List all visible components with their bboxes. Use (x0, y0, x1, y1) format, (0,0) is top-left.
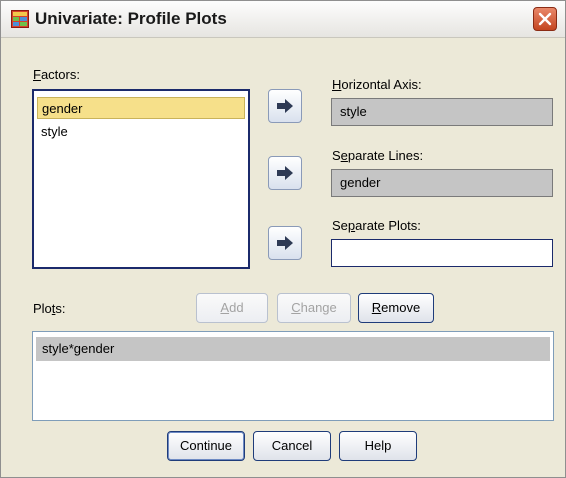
plots-listbox[interactable]: style*gender (32, 331, 554, 421)
plot-item-style-gender[interactable]: style*gender (36, 337, 550, 361)
cancel-button[interactable]: Cancel (253, 431, 331, 461)
help-button[interactable]: Help (339, 431, 417, 461)
add-button[interactable]: Add (196, 293, 268, 323)
dialog-window: Univariate: Profile Plots Factors: gende… (0, 0, 566, 478)
factors-listbox[interactable]: gender style (32, 89, 250, 269)
window-title: Univariate: Profile Plots (35, 9, 227, 28)
separate-lines-label: Separate Lines: (332, 148, 424, 163)
move-right-arrow-icon (277, 99, 293, 113)
move-to-horizontal-axis-button[interactable] (268, 89, 302, 123)
close-x-icon (538, 12, 552, 26)
move-to-separate-lines-button[interactable] (268, 156, 302, 190)
continue-button[interactable]: Continue (167, 431, 245, 461)
title-bar[interactable]: Univariate: Profile Plots (1, 1, 565, 38)
move-right-arrow-icon (277, 166, 293, 180)
remove-button[interactable]: Remove (358, 293, 434, 323)
factors-label: Factors: (33, 67, 80, 82)
plots-label: Plots: (33, 301, 66, 316)
separate-plots-label: Separate Plots: (332, 218, 421, 233)
move-to-separate-plots-button[interactable] (268, 226, 302, 260)
grid-table-icon (11, 10, 29, 28)
factor-item-gender[interactable]: gender (37, 97, 245, 119)
factor-item-style[interactable]: style (37, 121, 68, 143)
close-button[interactable] (533, 7, 557, 31)
horizontal-axis-label: Horizontal Axis: (332, 77, 422, 92)
change-button[interactable]: Change (277, 293, 351, 323)
separate-lines-field[interactable]: gender (331, 169, 553, 197)
horizontal-axis-field[interactable]: style (331, 98, 553, 126)
move-right-arrow-icon (277, 236, 293, 250)
separate-plots-field[interactable] (331, 239, 553, 267)
